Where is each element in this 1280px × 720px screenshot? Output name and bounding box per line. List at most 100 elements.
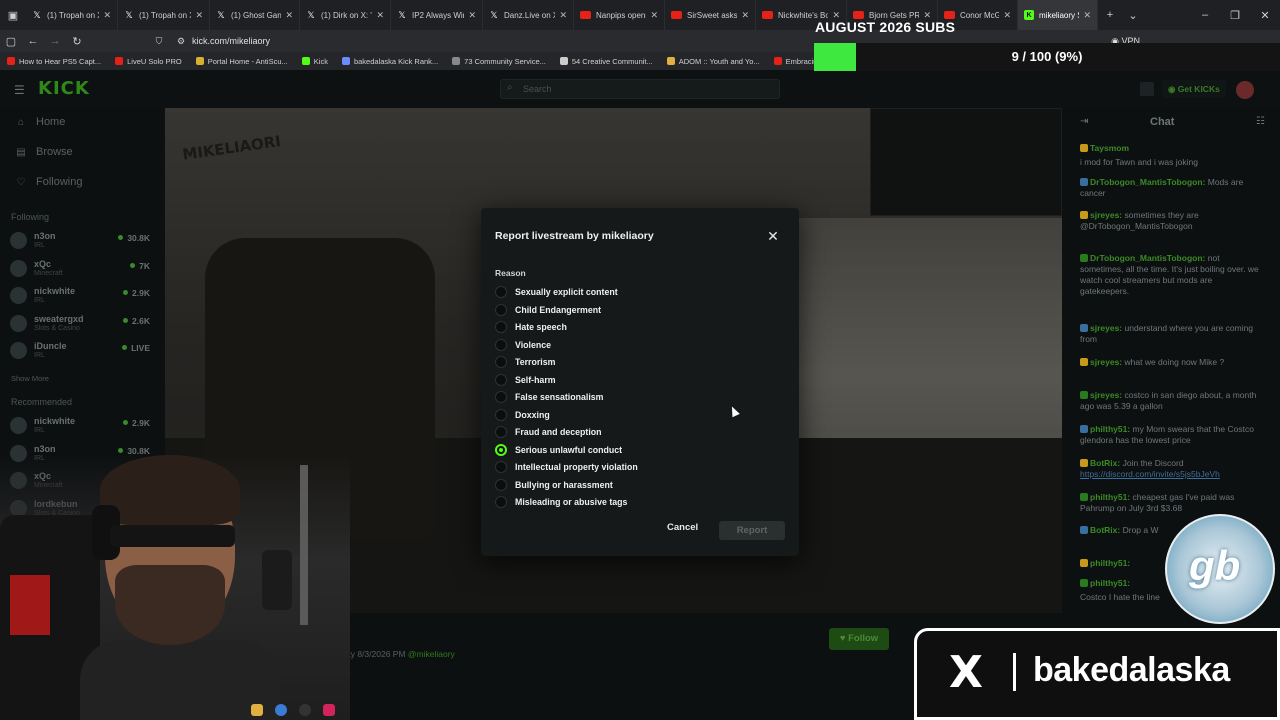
- reason-option[interactable]: Serious unlawful conduct: [495, 443, 622, 457]
- channel-item[interactable]: iDuncle IRL LIVE: [10, 338, 158, 364]
- channel-item[interactable]: nickwhite IRL 2.9K: [10, 413, 158, 439]
- shield-icon[interactable]: ⛉: [148, 36, 170, 47]
- obs-icon[interactable]: [299, 704, 311, 716]
- tab-close-icon[interactable]: ✕: [195, 10, 203, 21]
- get-kicks-button[interactable]: ◉ Get KICKs: [1162, 80, 1226, 98]
- channel-item[interactable]: n3onIRL 30.8K: [10, 228, 158, 254]
- cancel-button[interactable]: Cancel: [667, 522, 698, 533]
- chat-username[interactable]: DrTobogon_MantisTobogon:: [1090, 253, 1205, 263]
- browser-tab[interactable]: 𝕏 IP2 Always Winn ✕: [391, 0, 483, 30]
- bookmark-item[interactable]: 54 Creative Communit...: [553, 57, 660, 66]
- tab-close-icon[interactable]: ✕: [376, 10, 384, 21]
- channel-item[interactable]: sweatergxd Slots & Casino 2.6K: [10, 311, 158, 337]
- bookmark-item[interactable]: 73 Community Service...: [445, 57, 553, 66]
- stream-handle[interactable]: @mikeliaory: [408, 649, 455, 659]
- chat-username[interactable]: DrTobogon_MantisTobogon:: [1090, 177, 1205, 187]
- reason-option[interactable]: Self-harm: [495, 373, 556, 387]
- tab-close-icon[interactable]: ✕: [285, 10, 293, 21]
- radio-button[interactable]: [495, 286, 507, 298]
- radio-button[interactable]: [495, 356, 507, 368]
- bookmark-item[interactable]: Kick: [295, 57, 335, 66]
- chat-users-icon[interactable]: ☷: [1256, 116, 1265, 127]
- reason-option[interactable]: Sexually explicit content: [495, 285, 618, 299]
- chat-username[interactable]: sjreyes:: [1090, 210, 1122, 220]
- radio-button[interactable]: [495, 443, 507, 456]
- reason-option[interactable]: Fraud and deception: [495, 425, 602, 439]
- app-icon[interactable]: [323, 704, 335, 716]
- bookmark-item[interactable]: bakedalaska Kick Rank...: [335, 57, 445, 66]
- chat-collapse-icon[interactable]: ⇥: [1080, 116, 1088, 127]
- chat-username[interactable]: BotRix:: [1090, 458, 1120, 468]
- chat-username[interactable]: philthy51:: [1090, 492, 1130, 502]
- bookmark-item[interactable]: ADOM :: Youth and Yo...: [660, 57, 767, 66]
- radio-button[interactable]: [495, 408, 507, 421]
- chat-username[interactable]: philthy51:: [1090, 578, 1130, 588]
- tab-close-icon[interactable]: ✕: [559, 10, 567, 21]
- reload-icon[interactable]: ↻: [66, 35, 88, 48]
- reason-option[interactable]: False sensationalism: [495, 390, 604, 404]
- radio-button[interactable]: [495, 478, 507, 491]
- chat-username[interactable]: philthy51:: [1090, 424, 1130, 434]
- chat-link[interactable]: https://discord.com/invite/s5js5bJeVh: [1080, 469, 1220, 479]
- chat-username[interactable]: BotRix:: [1090, 525, 1120, 535]
- radio-button[interactable]: [495, 426, 507, 438]
- sidebar-toggle-icon[interactable]: ▢: [0, 35, 22, 48]
- reason-option[interactable]: Bullying or harassment: [495, 478, 613, 492]
- browser-tab[interactable]: SirSweet asks Ice✕: [665, 0, 756, 30]
- follow-button[interactable]: ♥ Follow: [829, 628, 889, 650]
- tab-close-icon[interactable]: ✕: [468, 10, 476, 21]
- reason-option[interactable]: Misleading or abusive tags: [495, 495, 627, 509]
- radio-button[interactable]: [495, 461, 507, 473]
- folder-icon[interactable]: [251, 704, 263, 716]
- reason-option[interactable]: Intellectual property violation: [495, 460, 638, 474]
- radio-button[interactable]: [495, 496, 507, 508]
- channel-item[interactable]: xQc Minecraft 7K: [10, 256, 158, 282]
- chat-username[interactable]: sjreyes:: [1090, 357, 1122, 367]
- search-input[interactable]: Search: [500, 79, 780, 99]
- radio-button[interactable]: [495, 373, 507, 386]
- sidebar-item-browse[interactable]: ▤ Browse: [14, 146, 72, 158]
- browser-tab[interactable]: 𝕏 Danz.Live on X: " ✕: [483, 0, 574, 30]
- channel-item[interactable]: nickwhite IRL 2.9K: [10, 283, 158, 309]
- reason-option[interactable]: Hate speech: [495, 320, 567, 334]
- user-avatar[interactable]: [1236, 81, 1254, 99]
- chat-username[interactable]: philthy51:: [1090, 558, 1130, 568]
- bookmark-item[interactable]: LiveU Solo PRO: [108, 57, 189, 66]
- radio-button[interactable]: [495, 391, 507, 403]
- radio-button[interactable]: [495, 338, 507, 351]
- browser-tab[interactable]: 𝕏 (1) Tropah on X: ✕: [26, 0, 118, 30]
- tab-close-icon[interactable]: ✕: [103, 10, 111, 21]
- chat-username[interactable]: Taysmom: [1090, 143, 1129, 153]
- reason-option[interactable]: Child Endangerment: [495, 303, 601, 317]
- bookmark-item[interactable]: Portal Home - AntiScu...: [189, 57, 295, 66]
- close-icon[interactable]: ✕: [765, 228, 781, 244]
- radio-button[interactable]: [495, 321, 507, 333]
- browser-tab[interactable]: Nanpips opens c ✕: [574, 0, 665, 30]
- browser-tab[interactable]: 𝕏 (1) Tropah on X: ✕: [118, 0, 210, 30]
- tab-close-icon[interactable]: ✕: [741, 10, 749, 21]
- radio-button[interactable]: [495, 303, 507, 316]
- browser-tab[interactable]: 𝕏 (1) Dirk on X: "Ic ✕: [300, 0, 391, 30]
- library-icon[interactable]: [1140, 82, 1154, 96]
- browser-tab[interactable]: 𝕏 (1) Ghost Gang c✕: [210, 0, 300, 30]
- back-icon[interactable]: ←: [22, 35, 44, 47]
- report-button[interactable]: Report: [719, 521, 785, 540]
- forward-icon[interactable]: →: [44, 35, 66, 47]
- chat-username[interactable]: sjreyes:: [1090, 323, 1122, 333]
- reason-option[interactable]: Terrorism: [495, 355, 555, 369]
- reason-option[interactable]: Violence: [495, 338, 551, 352]
- chat-username[interactable]: sjreyes:: [1090, 390, 1122, 400]
- sidebar-item-following[interactable]: ♡ Following: [14, 176, 83, 188]
- kick-logo[interactable]: KICK: [38, 78, 90, 99]
- site-info-icon[interactable]: ⚙: [170, 36, 192, 47]
- tab-actions-icon[interactable]: ▣: [0, 9, 26, 22]
- following-section-title: Following: [11, 212, 50, 222]
- reason-option[interactable]: Doxxing: [495, 408, 550, 422]
- show-more-link[interactable]: Show More: [11, 374, 49, 383]
- tab-close-icon[interactable]: ✕: [650, 10, 658, 21]
- menu-icon[interactable]: ☰: [14, 83, 25, 97]
- bookmark-item[interactable]: How to Hear PS5 Capt...: [0, 57, 108, 66]
- sidebar-item-home[interactable]: ⌂ Home: [14, 116, 65, 128]
- url-field[interactable]: kick.com/mikeliaory: [192, 36, 752, 46]
- browser-icon[interactable]: [275, 704, 287, 716]
